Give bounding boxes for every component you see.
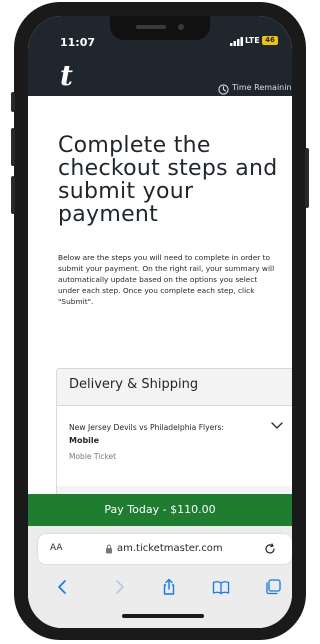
- main-content: Complete the checkout steps and submit y…: [28, 96, 292, 568]
- url-text: am.ticketmaster.com: [117, 543, 223, 554]
- clock-icon: [218, 84, 229, 95]
- ticketmaster-logo[interactable]: t: [60, 62, 73, 90]
- battery-icon: 46: [262, 36, 278, 45]
- address-bar[interactable]: AA am.ticketmaster.com: [38, 534, 292, 564]
- event-name: New Jersey Devils vs Philadelphia Flyers…: [69, 423, 224, 432]
- lock-icon: [106, 544, 112, 554]
- chevron-down-icon[interactable]: [271, 420, 283, 430]
- volume-up-button: [11, 128, 15, 166]
- browser-toolbar: AA am.ticketmaster.com: [28, 526, 292, 628]
- back-icon[interactable]: [54, 578, 72, 596]
- delivery-shipping-title: Delivery & Shipping: [69, 377, 199, 392]
- volume-down-button: [11, 176, 15, 214]
- home-indicator[interactable]: [122, 614, 204, 618]
- power-button: [305, 148, 309, 208]
- forward-icon[interactable]: [110, 578, 128, 596]
- aa-button[interactable]: AA: [50, 543, 63, 553]
- share-icon[interactable]: [160, 578, 178, 596]
- network-type: LTE: [245, 36, 260, 45]
- bookmarks-icon[interactable]: [212, 578, 230, 596]
- time-remaining: Time Remaining 07:44: [232, 83, 292, 92]
- notch-speaker: [136, 25, 166, 29]
- ticket-type: Moble Ticket: [69, 452, 117, 461]
- tabs-icon[interactable]: [264, 578, 282, 596]
- reload-icon[interactable]: [264, 543, 276, 555]
- intro-text: Below are the steps you will need to com…: [58, 253, 275, 306]
- delivery-option[interactable]: New Jersey Devils vs Philadelphia Flyers…: [57, 405, 292, 486]
- page-title: Complete the checkout steps and submit y…: [58, 133, 278, 227]
- front-camera: [178, 24, 184, 30]
- silent-switch: [11, 92, 15, 112]
- delivery-method: Mobile: [69, 436, 100, 445]
- phone-screen: 11:07 LTE 46 t Time Remaining 07:44 Comp…: [28, 16, 292, 628]
- status-time: 11:07: [60, 36, 96, 49]
- pay-today-button[interactable]: Pay Today - $110.00: [28, 494, 292, 526]
- signal-icon: [230, 37, 243, 46]
- browser-nav: [28, 578, 292, 602]
